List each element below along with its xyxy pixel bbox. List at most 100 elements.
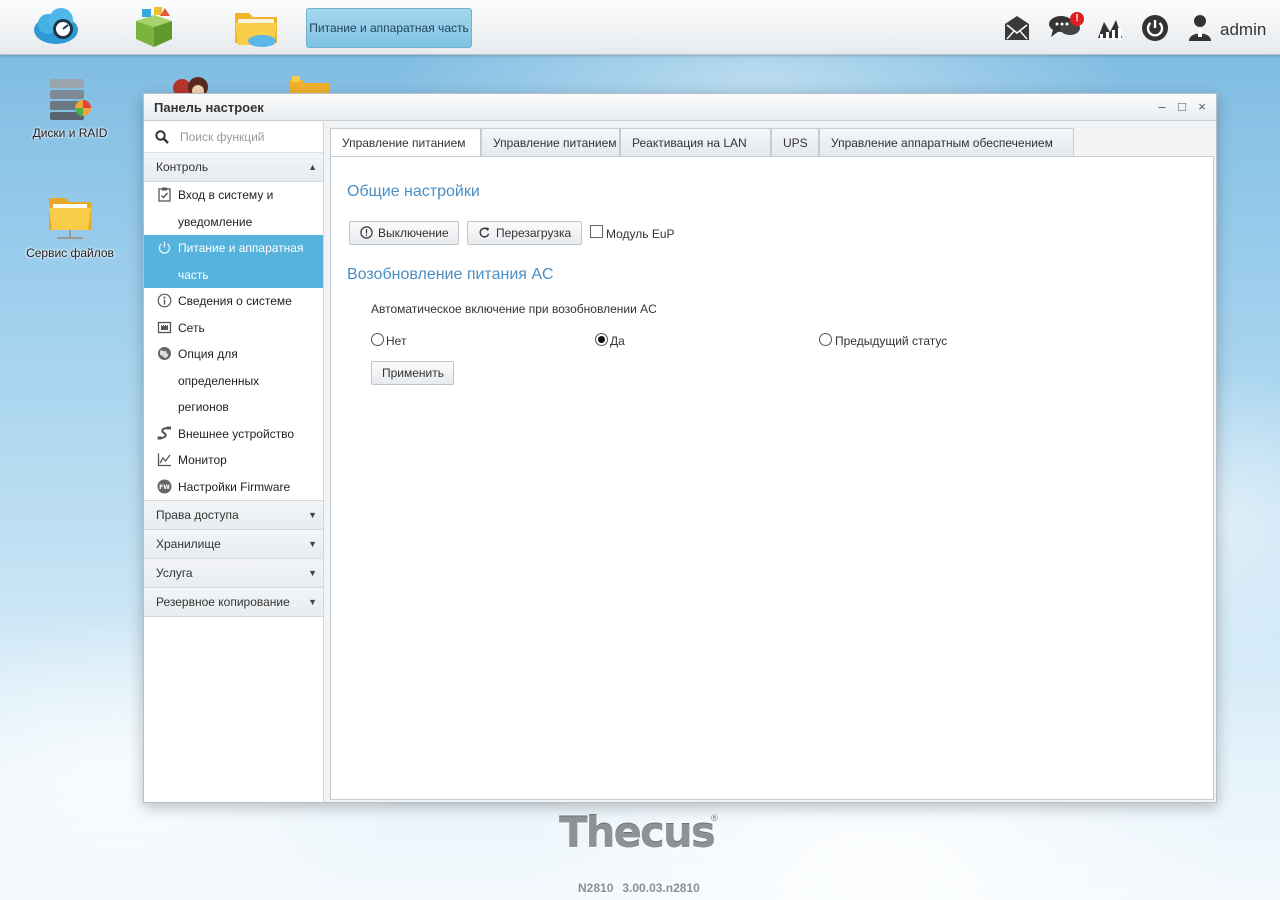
sidebar-item-label: определенных	[178, 373, 260, 388]
sidebar-item-external-device[interactable]: Внешнее устройство	[144, 421, 323, 448]
settings-sidebar: Контроль ▲ Вход в систему и уведомление …	[144, 122, 324, 802]
expand-arrow-icon: ▼	[308, 568, 317, 578]
shutdown-label: Выключение	[378, 226, 449, 240]
sidebar-item-monitor[interactable]: Монитор	[144, 447, 323, 474]
search-input[interactable]	[180, 128, 315, 146]
sidebar-item-label: уведомление	[178, 214, 253, 229]
network-port-icon	[157, 321, 172, 333]
tab-panel-power-management: Общие настройки Выключение Перезагрузка …	[330, 156, 1214, 800]
maximize-button[interactable]: □	[1175, 100, 1189, 114]
registered-mark: ®	[711, 813, 718, 823]
eup-checkbox[interactable]	[590, 225, 603, 238]
info-icon	[157, 293, 172, 308]
sidebar-item-network[interactable]: Сеть	[144, 315, 323, 342]
thecus-logo: Thecus	[559, 808, 716, 857]
group-control[interactable]: Контроль ▲	[144, 153, 323, 182]
sidebar-item-label: Питание и аппаратная	[178, 241, 304, 255]
network-status-icon[interactable]	[1096, 14, 1124, 42]
user-icon[interactable]	[1189, 14, 1211, 42]
sidebar-item-label: Сеть	[178, 320, 205, 335]
ac-recovery-description: Автоматическое включение при возобновлен…	[371, 302, 657, 316]
sidebar-item-label: регионов	[178, 400, 229, 414]
mail-icon[interactable]	[1003, 14, 1031, 42]
settings-content: Управление питанием Управление питанием …	[328, 126, 1214, 801]
reboot-button[interactable]: Перезагрузка	[467, 221, 582, 245]
tab-power-management[interactable]: Управление питанием	[330, 128, 481, 158]
group-label: Контроль	[156, 160, 209, 174]
desktop-icon-label: Сервис файлов	[26, 246, 114, 260]
group-label: Права доступа	[156, 508, 239, 522]
apply-button[interactable]: Применить	[371, 361, 454, 385]
radio-yes-label: Да	[610, 334, 625, 348]
function-search	[144, 122, 323, 153]
tab-wake-on-lan[interactable]: Реактивация на LAN	[620, 128, 771, 157]
file-service-icon	[49, 198, 91, 239]
expand-arrow-icon: ▼	[308, 510, 317, 520]
control-items: Вход в систему и уведомление Питание и а…	[144, 182, 323, 501]
notification-badge: !	[1070, 12, 1084, 26]
minimize-button[interactable]: –	[1155, 100, 1169, 114]
close-button[interactable]: ×	[1195, 100, 1209, 114]
alert-circle-icon	[360, 226, 373, 239]
group-storage[interactable]: Хранилище ▼	[144, 530, 323, 559]
firmware-version: N2810 3.00.03.n2810	[578, 881, 700, 895]
group-label: Хранилище	[156, 537, 221, 551]
power-icon	[158, 241, 171, 254]
window-title: Панель настроек	[154, 100, 264, 115]
eup-label: Модуль EuP	[606, 227, 675, 241]
username-label[interactable]: admin	[1220, 20, 1266, 40]
sidebar-item-power-hardware[interactable]: Питание и аппаратная часть	[144, 235, 323, 288]
sidebar-item-label: Вход в систему и	[178, 188, 274, 202]
window-titlebar[interactable]: Панель настроек – □ ×	[144, 94, 1216, 121]
reboot-label: Перезагрузка	[496, 226, 572, 240]
cloud-app-icon[interactable]	[32, 5, 80, 49]
sidebar-item-label: Опция для	[178, 347, 238, 361]
shutdown-button[interactable]: Выключение	[349, 221, 459, 245]
disk-raid-icon	[50, 79, 91, 120]
model-label: N2810	[578, 881, 614, 895]
taskbar: Питание и аппаратная часть ! admin	[0, 0, 1280, 55]
firmware-icon: FW	[157, 479, 172, 493]
sidebar-item-label: Сведения о системе	[178, 294, 292, 308]
sidebar-item-regional-options[interactable]: Опция для определенных регионов	[144, 341, 323, 421]
desktop-icon-file-service[interactable]: Сервис файлов	[20, 192, 120, 260]
settings-panel-window: Панель настроек – □ × Контроль ▲ Вх	[143, 93, 1217, 803]
group-label: Услуга	[156, 566, 193, 580]
sidebar-item-login-notification[interactable]: Вход в систему и уведомление	[144, 182, 323, 235]
group-label: Резервное копирование	[156, 595, 290, 609]
task-power-hardware-button[interactable]: Питание и аппаратная часть	[306, 8, 472, 48]
tab-hardware-management[interactable]: Управление аппаратным обеспечением	[819, 128, 1074, 157]
chart-monitor-icon	[157, 453, 171, 467]
expand-arrow-icon: ▼	[308, 597, 317, 607]
search-icon	[155, 130, 169, 144]
file-manager-icon[interactable]	[232, 5, 280, 49]
radio-no[interactable]	[371, 333, 384, 346]
radio-previous-status[interactable]	[819, 333, 832, 346]
group-access-rights[interactable]: Права доступа ▼	[144, 501, 323, 530]
collapse-arrow-icon: ▲	[308, 162, 317, 172]
desktop-icon-disk-raid[interactable]: Диски и RAID	[20, 76, 120, 140]
app-center-icon[interactable]	[130, 5, 178, 49]
tab-power-management-schedule[interactable]: Управление питанием	[481, 128, 620, 157]
tab-ups[interactable]: UPS	[771, 128, 819, 157]
group-service[interactable]: Услуга ▼	[144, 559, 323, 588]
svg-text:FW: FW	[159, 484, 170, 491]
general-settings-title: Общие настройки	[347, 183, 480, 200]
globe-icon	[158, 347, 171, 360]
power-icon[interactable]	[1141, 14, 1169, 42]
sidebar-item-firmware[interactable]: FW Настройки Firmware	[144, 474, 323, 501]
sidebar-item-system-info[interactable]: Сведения о системе	[144, 288, 323, 315]
group-backup[interactable]: Резервное копирование ▼	[144, 588, 323, 617]
sidebar-item-label: Внешнее устройство	[178, 426, 295, 441]
version-label: 3.00.03.n2810	[622, 881, 700, 895]
clipboard-check-icon	[158, 187, 171, 202]
sidebar-item-label: Монитор	[178, 453, 227, 467]
usb-device-icon	[157, 426, 171, 439]
expand-arrow-icon: ▼	[308, 539, 317, 549]
refresh-icon	[479, 227, 490, 238]
ac-recovery-title: Возобновление питания AC	[347, 266, 554, 283]
radio-yes[interactable]	[595, 333, 608, 346]
desktop-icon-label: Диски и RAID	[32, 126, 108, 140]
sidebar-item-label: часть	[178, 267, 209, 282]
sidebar-item-label: Настройки Firmware	[178, 479, 291, 494]
